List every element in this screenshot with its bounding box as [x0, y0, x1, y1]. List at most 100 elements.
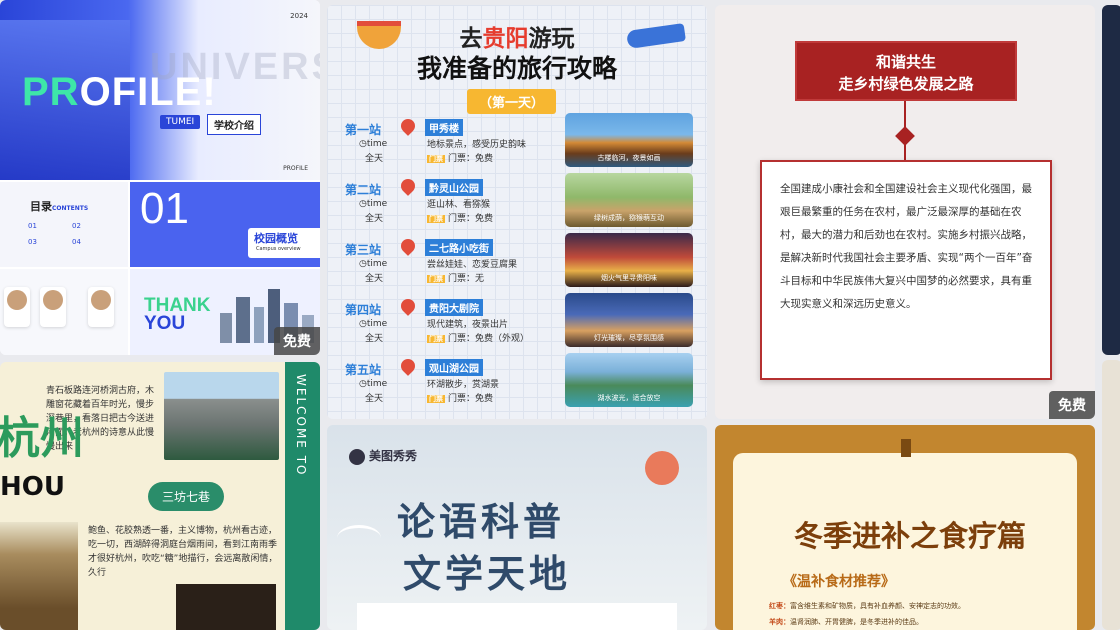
place-name: 观山湖公园 [425, 359, 483, 376]
place-desc: 环湖散步，赏湖景 [427, 380, 500, 390]
place-name: 贵阳大剧院 [425, 299, 483, 316]
place-name: 二七路小吃街 [425, 239, 493, 256]
location-pin-icon [398, 296, 418, 316]
photo-caption: 绿树成荫，猕猴萌互动 [594, 214, 664, 222]
template-card-partial[interactable] [1102, 360, 1120, 630]
day-label: （第一天） [467, 89, 557, 114]
duration-label: 全天 [365, 274, 384, 284]
headline-line2: 走乡村绿色发展之路 [838, 75, 974, 93]
harmony-headline: 和谐共生 走乡村绿色发展之路 [795, 41, 1017, 101]
time-label: ◷time [359, 319, 388, 329]
tea-photo [176, 584, 276, 630]
section-slide: 01 校园概览 Campus overview [130, 182, 320, 267]
footer-label: PROFILE [283, 165, 308, 172]
text-box [357, 603, 677, 630]
school-label: 学校介绍 [207, 114, 261, 135]
template-card-winter[interactable]: 冬季进补之食疗篇 《温补食材推荐》 红枣：富含维生素和矿物质，具有补血养颜、安神… [715, 425, 1095, 630]
location-pin-icon [398, 356, 418, 376]
template-card-harmony[interactable]: 和谐共生 走乡村绿色发展之路 全国建成小康社会和全国建设社会主义现代化强国，最艰… [715, 5, 1095, 419]
photo-caption: 烟火气里寻贵阳味 [601, 274, 657, 282]
lunyu-subtitle: 文学天地 [403, 551, 572, 596]
guide-subtitle: 我准备的旅行攻略 [416, 54, 617, 83]
location-pin-icon [398, 176, 418, 196]
time-label: ◷time [359, 139, 388, 149]
place-name: 黔灵山公园 [425, 179, 483, 196]
contents-item: 03 [28, 238, 37, 246]
place-photo: 绿树成荫，猕猴萌互动 [565, 173, 693, 227]
brand-tag: TUMEI [160, 115, 201, 129]
garden-photo [164, 372, 279, 460]
pagoda-photo [0, 522, 78, 630]
photo-caption: 古楼临河，夜景如画 [597, 154, 661, 162]
winter-subtitle: 《温补食材推荐》 [783, 574, 895, 590]
free-badge: 免费 [1049, 391, 1095, 419]
knot-icon [895, 126, 915, 146]
year-label: 2024 [290, 12, 308, 20]
place-photo: 烟火气里寻贵阳味 [565, 233, 693, 287]
place-name: 甲秀楼 [425, 119, 463, 136]
section-title: 校园概览 [254, 232, 298, 245]
stop-label: 第二站 [345, 183, 382, 197]
time-label: ◷time [359, 199, 388, 209]
ticket-info: 门票 门票：无 [427, 274, 485, 284]
welcome-stripe: WELCOME TO [285, 362, 320, 630]
profile-title: PROFILE! [22, 70, 217, 114]
itinerary-stop: 第一站 ◷time 全天 甲秀楼 地标景点，感受历史韵味 门票 门票：免费 古楼临河，夜景如画 [345, 113, 697, 175]
itinerary-stop: 第二站 ◷time 全天 黔灵山公园逛山林、看猕猴 门票 门票：免费 绿树成荫，猕猴萌互动 [345, 173, 697, 235]
headline-line1: 和谐共生 [875, 53, 936, 71]
template-card-lunyu[interactable]: 美图秀秀 论语科普 文学天地 [327, 425, 707, 630]
location-pin-icon [398, 236, 418, 256]
stop-label: 第三站 [345, 243, 382, 257]
contents-title: 目录CONTENTS [30, 200, 89, 213]
thank-you-text: THANK YOU [144, 295, 211, 334]
ticket-info: 门票 门票：免费（外观） [427, 334, 530, 344]
contents-item: 04 [72, 238, 81, 246]
photo-caption: 湖水波光，适合放空 [597, 394, 661, 402]
section-number: 01 [140, 184, 189, 233]
list-item: 羊肉：温肾润肺、开胃健脾，是冬季进补的佳品。 [769, 618, 923, 626]
time-label: ◷time [359, 259, 388, 269]
city-title-en: HOU [0, 472, 65, 502]
template-card-guiyang[interactable]: 去贵阳游玩 我准备的旅行攻略 （第一天） 第一站 ◷time 全天 甲秀楼 地标景点，感… [327, 5, 707, 419]
place-desc: 现代建筑，夜景出片 [427, 320, 509, 330]
contents-item: 01 [28, 222, 37, 230]
time-label: ◷time [359, 379, 388, 389]
template-card-hangzhou[interactable]: 青石板路连河桥洞古府，木雕窗花藏着百年时光，慢步深巷里，看落日把古今送进河面，老… [0, 362, 320, 630]
itinerary-stop: 第五站 ◷time 全天 观山湖公园环湖散步，赏湖景 门票 门票：免费 湖水波光，适合放空 [345, 353, 697, 415]
avatar [88, 287, 114, 327]
place-photo: 灯光璀璨，尽享氛围感 [565, 293, 693, 347]
winter-title: 冬季进补之食疗篇 [793, 519, 1026, 553]
stop-label: 第一站 [345, 123, 382, 137]
ticket-info: 门票 门票：免费 [427, 394, 494, 404]
place-desc: 逛山林、看猕猴 [427, 200, 491, 210]
contents-slide: 目录CONTENTS 01 02 03 04 [0, 182, 128, 267]
itinerary-stop: 第三站 ◷time 全天 二七路小吃街 尝丝娃娃、恋爱豆腐果 门票 门票：无 烟火气里寻贵阳味 [345, 233, 697, 295]
crane-icon [337, 525, 381, 551]
place-photo: 湖水波光，适合放空 [565, 353, 693, 407]
duration-label: 全天 [365, 214, 384, 224]
city-title: 杭州 [0, 413, 84, 464]
duration-label: 全天 [365, 394, 384, 404]
welcome-text: WELCOME TO [294, 374, 308, 477]
list-item: 红枣：富含维生素和矿物质，具有补血养颜、安神定志的功效。 [769, 602, 965, 610]
place-desc: 地标景点，感受历史韵味 [427, 140, 527, 150]
contents-item: 02 [72, 222, 81, 230]
stop-label: 第五站 [345, 363, 382, 377]
team-slide [0, 269, 128, 355]
duration-label: 全天 [365, 154, 384, 164]
free-badge: 免费 [274, 327, 320, 355]
body-text: 全国建成小康社会和全国建设社会主义现代化强国，最艰巨最繁重的任务在农村，最广泛最… [780, 183, 1033, 310]
profile-hero: UNIVERS PROFILE! TUMEI 学校介绍 2024 PROFILE [0, 0, 320, 180]
duration-label: 全天 [365, 334, 384, 344]
sun-icon [645, 451, 679, 485]
hanger-icon [901, 439, 911, 457]
location-pin-icon [398, 116, 418, 136]
avatar [4, 287, 30, 327]
stop-label: 第四站 [345, 303, 382, 317]
body-panel: 全国建成小康社会和全国建设社会主义现代化强国，最艰巨最繁重的任务在农村，最广泛最… [760, 160, 1052, 380]
template-card-profile[interactable]: UNIVERS PROFILE! TUMEI 学校介绍 2024 PROFILE… [0, 0, 320, 355]
meitu-logo-icon [349, 448, 365, 465]
section-subtitle: Campus overview [256, 246, 301, 252]
ticket-info: 门票 门票：免费 [427, 214, 494, 224]
template-card-partial[interactable] [1102, 5, 1120, 355]
